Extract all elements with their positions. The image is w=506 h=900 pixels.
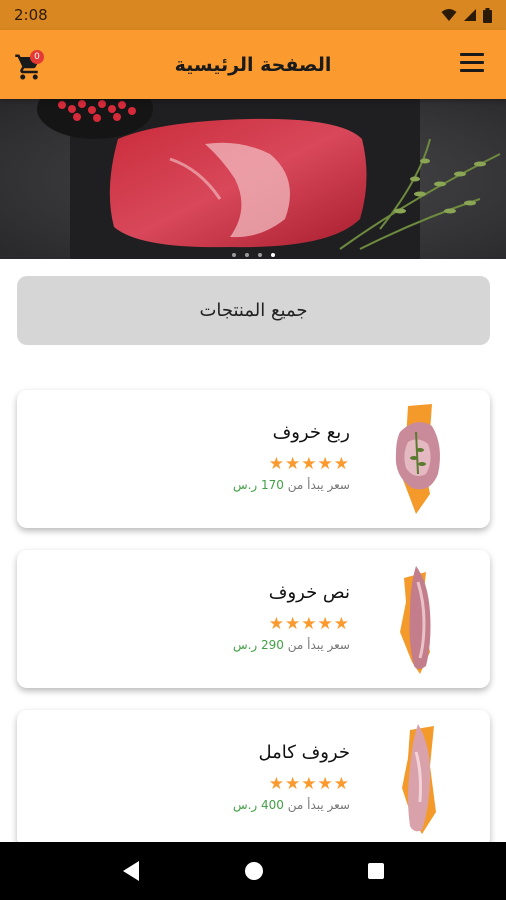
system-nav-bar [0,842,506,900]
product-card[interactable]: نص خروف ★★★★★ سعر يبدأ من 290 ر.س [17,550,490,688]
signal-icon [464,9,476,21]
all-products-button[interactable]: جميع المنتجات [17,276,490,345]
product-image [402,724,436,834]
price-value: 400 ر.س [232,798,284,812]
price-line: سعر يبدأ من 170 ر.س [233,478,350,492]
product-name: نص خروف [268,582,350,603]
cart-count-badge: 0 [30,50,44,64]
product-info: خروف كامل ★★★★★ سعر يبدأ من 400 ر.س [233,740,350,812]
product-info: ربع خروف ★★★★★ سعر يبدأ من 170 ر.س [233,420,350,492]
page-title: الصفحة الرئيسية [174,53,332,76]
rating-stars: ★★★★★ [268,614,350,634]
rating-stars: ★★★★★ [268,774,350,794]
product-name: خروف كامل [258,742,350,763]
wifi-icon [441,9,457,21]
carousel-dot[interactable] [257,253,262,257]
carousel-dot[interactable] [231,253,236,257]
cart-button[interactable]: 0 [14,48,48,80]
menu-button[interactable] [460,53,486,75]
price-prefix: سعر يبدأ من [283,478,350,492]
back-icon[interactable] [121,860,141,882]
product-name: ربع خروف [272,422,350,443]
price-value: 290 ر.س [232,638,284,652]
product-card[interactable]: ربع خروف ★★★★★ سعر يبدأ من 170 ر.س [17,390,490,528]
product-info: نص خروف ★★★★★ سعر يبدأ من 290 ر.س [233,580,350,652]
battery-icon [483,7,492,23]
product-card[interactable]: خروف كامل ★★★★★ سعر يبدأ من 400 ر.س [17,710,490,848]
product-image [395,404,440,514]
carousel-indicator [0,253,506,257]
rating-stars: ★★★★★ [268,454,350,474]
carousel-dot[interactable] [244,253,249,257]
carousel-dot-active[interactable] [270,253,275,257]
price-prefix: سعر يبدأ من [283,638,350,652]
meat-banner-image [0,99,506,259]
price-prefix: سعر يبدأ من [283,798,350,812]
recents-icon[interactable] [367,862,385,880]
menu-icon [460,53,484,56]
home-icon[interactable] [244,861,264,881]
price-line: سعر يبدأ من 400 ر.س [233,798,350,812]
product-image [400,566,431,674]
status-time: 2:08 [14,6,48,24]
price-value: 170 ر.س [232,478,284,492]
status-icons [441,7,492,23]
banner-carousel[interactable] [0,99,506,259]
app-bar: 0 الصفحة الرئيسية [0,30,506,99]
status-bar: 2:08 [0,0,506,30]
price-line: سعر يبدأ من 290 ر.س [233,638,350,652]
